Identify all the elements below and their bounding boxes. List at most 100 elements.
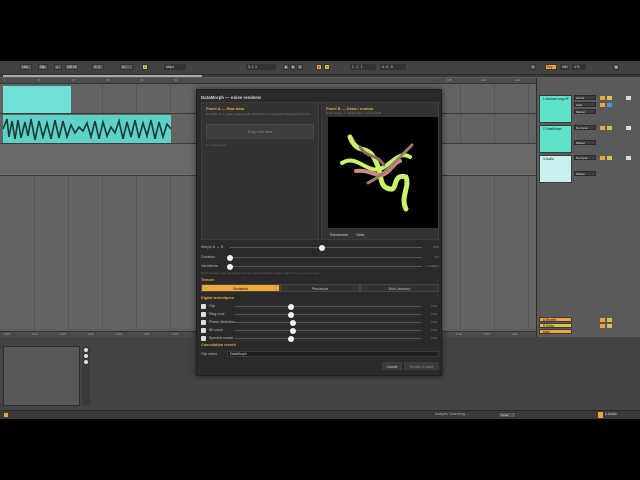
return-track[interactable]: B Delay (539, 323, 572, 328)
selected-track-label: 2-Audio (605, 412, 617, 416)
loop-length-field[interactable]: 4 . 0 . 0 (380, 64, 406, 70)
midi-clip[interactable] (3, 86, 71, 113)
dsp-checkbox[interactable] (201, 304, 206, 309)
device-panel[interactable] (3, 346, 80, 406)
meter-field[interactable]: 4 / 4 (92, 64, 104, 70)
dsp-header[interactable]: Digital techniques (201, 296, 234, 300)
return-solo-button[interactable] (607, 324, 612, 328)
key-map-button[interactable]: Key (545, 64, 557, 70)
arrangement-position[interactable]: 3. 1. 1 (246, 64, 276, 70)
solo-button[interactable] (607, 156, 612, 160)
fold-icon[interactable] (84, 360, 88, 364)
metronome-button[interactable]: ••• (120, 64, 133, 70)
track-name[interactable]: 1 Anchor/Long-HF (540, 96, 573, 102)
dsp-checkbox[interactable] (201, 328, 206, 333)
dsp-slider[interactable] (235, 322, 421, 323)
mixer-toggle-icon[interactable] (598, 412, 603, 418)
texture-option-sustained[interactable]: Sustained (201, 284, 280, 292)
send-knob[interactable] (626, 156, 631, 160)
tempo-field[interactable]: 100.00 (65, 64, 78, 70)
monitor-select[interactable]: Auto (574, 102, 596, 107)
loop-icon[interactable]: ↻ (324, 64, 330, 70)
clip-name-input[interactable]: DataMorph (227, 351, 439, 357)
output-select[interactable]: Master (574, 171, 596, 176)
monitor-button[interactable] (607, 103, 612, 107)
solo-button[interactable] (607, 126, 612, 130)
return-track[interactable]: A Reverb (539, 317, 572, 322)
texture-header[interactable]: Texture (201, 278, 214, 282)
track-name[interactable]: 2 DataMorph (540, 126, 573, 132)
randomize-button[interactable]: Randomize (326, 231, 352, 239)
record-icon[interactable]: ● (297, 64, 303, 70)
status-select[interactable]: None (498, 412, 516, 418)
variations-slider[interactable] (227, 263, 422, 270)
main-name[interactable]: Main (540, 330, 573, 335)
dsp-label: Bit crush (209, 327, 223, 332)
texture-option-percussive[interactable]: Percussive (280, 284, 360, 292)
computer-midi-icon[interactable]: ▦ (613, 64, 619, 70)
arm-button[interactable] (600, 96, 605, 100)
arm-button[interactable] (600, 156, 605, 160)
dsp-slider[interactable] (235, 306, 421, 307)
return-mute-button[interactable] (600, 318, 605, 322)
key-root-field[interactable]: C (142, 64, 148, 70)
file-drop-zone[interactable]: Drag a file here (206, 124, 314, 139)
cancel-button[interactable]: Cancel (382, 362, 402, 370)
clear-button[interactable]: Clear (352, 231, 369, 239)
draw-canvas[interactable] (328, 117, 438, 228)
power-icon[interactable] (84, 348, 88, 352)
render-insert-button[interactable]: Render & Insert (404, 362, 439, 370)
dsp-checkbox[interactable] (201, 312, 206, 317)
hot-swap-icon[interactable] (84, 354, 88, 358)
dsp-slider-knob[interactable] (287, 311, 294, 318)
variations-slider-knob[interactable] (227, 263, 233, 270)
stop-icon[interactable]: ■ (290, 64, 296, 70)
bar-label: 41 (174, 78, 178, 82)
input-select[interactable]: No Input (574, 155, 596, 160)
tap-button[interactable]: Tap (38, 64, 48, 70)
link-button[interactable]: Link (20, 64, 32, 70)
dsp-checkbox[interactable] (201, 336, 206, 341)
status-indicator-icon[interactable] (4, 413, 8, 417)
audio-clip[interactable] (2, 115, 172, 143)
return-mute-button[interactable] (600, 324, 605, 328)
dsp-slider[interactable] (235, 338, 421, 339)
return-solo-button[interactable] (607, 318, 612, 322)
send-knob[interactable] (626, 126, 631, 130)
track-name[interactable]: 3 Audio (540, 156, 573, 162)
midi-map-button[interactable]: MIDI (560, 64, 569, 70)
draw-mode-icon[interactable]: ✎ (530, 64, 536, 70)
duration-slider[interactable] (227, 254, 422, 261)
track-header[interactable]: 1 Anchor/Long-HF (539, 95, 572, 123)
mute-button[interactable] (600, 103, 605, 107)
bar-label: 121 (515, 78, 521, 82)
dsp-slider-knob[interactable] (287, 303, 294, 310)
output-select[interactable]: Master (574, 109, 596, 114)
convolution-header[interactable]: Convolution reverb (201, 343, 236, 347)
solo-button[interactable] (607, 96, 612, 100)
scale-select[interactable]: Major (164, 64, 186, 70)
dsp-slider[interactable] (235, 314, 421, 315)
dsp-slider-knob[interactable] (287, 335, 294, 342)
arm-button[interactable] (600, 126, 605, 130)
morph-slider-knob[interactable] (319, 244, 326, 251)
dsp-slider-knob[interactable] (289, 319, 296, 326)
track-header[interactable]: 2 DataMorph (539, 125, 572, 153)
input-select[interactable]: All Ins (574, 95, 596, 100)
duration-slider-knob[interactable] (227, 254, 233, 261)
automation-arm-icon[interactable]: ● (316, 64, 322, 70)
input-select[interactable]: No Input (574, 125, 596, 130)
dsp-slider-knob[interactable] (289, 327, 296, 334)
overview-selection[interactable] (3, 75, 202, 77)
tempo-dec-icon[interactable]: ◂ (54, 64, 62, 70)
send-knob[interactable] (626, 96, 631, 100)
loop-start-field[interactable]: 1 . 1 . 1 (350, 64, 376, 70)
texture-option-both[interactable]: Both (random) (360, 284, 439, 292)
morph-slider[interactable] (230, 244, 422, 251)
track-header[interactable]: 3 Audio (539, 155, 572, 183)
dsp-slider[interactable] (235, 330, 421, 331)
play-icon[interactable]: ▶ (283, 64, 289, 70)
output-select[interactable]: Master (574, 140, 596, 145)
main-track[interactable]: Main (539, 329, 572, 334)
dsp-checkbox[interactable] (201, 320, 206, 325)
